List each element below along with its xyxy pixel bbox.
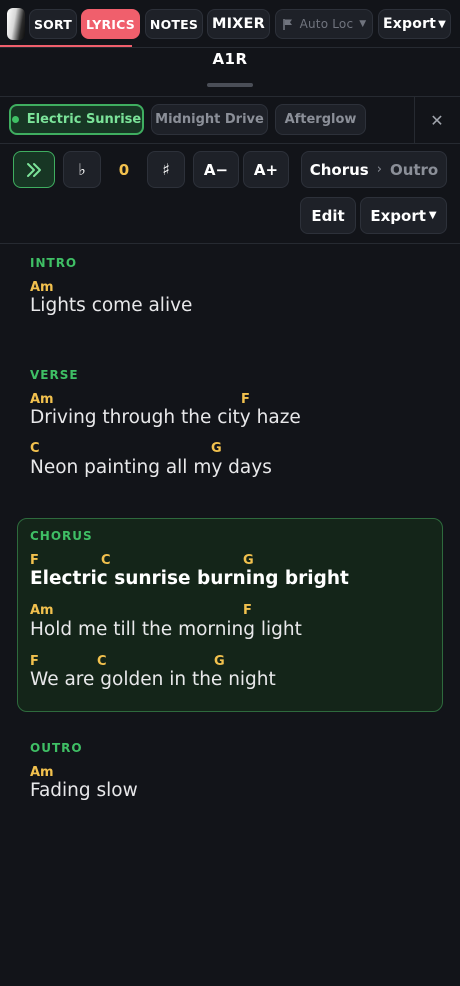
transpose-sharp-button[interactable]: ♯ xyxy=(147,151,185,188)
section-label-verse: VERSE xyxy=(30,368,79,382)
chord: F xyxy=(243,603,252,618)
font-decrease-button[interactable]: A− xyxy=(193,151,239,188)
section-label-chorus: CHORUS xyxy=(30,529,93,543)
export-label: Export xyxy=(370,206,426,225)
lyric-line: We are golden in the night xyxy=(30,669,276,690)
lyric-line: Neon painting all my days xyxy=(30,457,272,478)
app-logo[interactable] xyxy=(7,8,25,40)
chord: F xyxy=(241,392,250,407)
chord: Am xyxy=(30,280,54,295)
song-tab-electric-sunrise[interactable]: Electric Sunrise xyxy=(9,104,144,135)
chevron-right-icon: › xyxy=(376,162,382,177)
current-section-label: Chorus xyxy=(309,160,369,179)
auto-loc-label: Auto Loc xyxy=(299,17,354,31)
transpose-value: 0 xyxy=(105,151,143,188)
double-chevron-right-icon xyxy=(27,162,41,177)
font-increase-button[interactable]: A+ xyxy=(243,151,289,188)
chord: Am xyxy=(30,765,54,780)
notes-label: NOTES xyxy=(149,16,199,32)
divider xyxy=(0,47,460,48)
lyrics-tab[interactable]: LYRICS xyxy=(81,9,140,39)
next-section-label: Outro xyxy=(389,160,439,179)
active-dot-icon xyxy=(11,116,19,123)
export-button[interactable]: Export ▼ xyxy=(360,197,447,234)
caret-down-icon: ▼ xyxy=(438,18,446,30)
chord: C xyxy=(30,441,40,456)
top-toolbar: SORT LYRICS NOTES MIXER Auto Loc ▼ Expor… xyxy=(0,0,460,48)
font-increase-label: A+ xyxy=(253,160,279,179)
lyric-line: Lights come alive xyxy=(30,295,193,316)
drag-handle[interactable] xyxy=(207,83,253,87)
page-title: A1R xyxy=(212,50,248,68)
chord: G xyxy=(214,654,225,669)
skip-forward-button[interactable] xyxy=(13,151,55,188)
flat-label: ♭ xyxy=(78,160,86,179)
notes-tab[interactable]: NOTES xyxy=(145,9,203,39)
font-decrease-label: A− xyxy=(203,160,229,179)
edit-button[interactable]: Edit xyxy=(300,197,356,234)
song-tab-label: Midnight Drive xyxy=(155,112,264,127)
caret-down-icon: ▼ xyxy=(428,210,437,221)
divider xyxy=(414,97,415,143)
sort-button[interactable]: SORT xyxy=(29,9,77,39)
caret-down-icon: ▼ xyxy=(359,19,367,29)
chord: G xyxy=(211,441,222,456)
transpose-flat-button[interactable]: ♭ xyxy=(63,151,101,188)
export-top-button[interactable]: Export ▼ xyxy=(378,9,451,39)
close-icon[interactable]: ✕ xyxy=(425,108,449,132)
section-label-intro: INTRO xyxy=(30,256,78,270)
transpose-value-label: 0 xyxy=(118,160,130,179)
lyric-line: Driving through the city haze xyxy=(30,407,301,428)
section-navigator[interactable]: Chorus › Outro xyxy=(301,151,447,188)
song-tab-label: Afterglow xyxy=(284,112,357,127)
chord: G xyxy=(243,553,254,568)
divider xyxy=(0,143,460,144)
edit-label: Edit xyxy=(311,206,345,225)
chord: F xyxy=(30,553,39,568)
mixer-tab[interactable]: MIXER xyxy=(207,9,270,39)
export-top-label: Export xyxy=(383,16,437,32)
song-tab-afterglow[interactable]: Afterglow xyxy=(275,104,366,135)
song-tab-label: Electric Sunrise xyxy=(26,112,142,127)
divider xyxy=(0,243,460,244)
sharp-label: ♯ xyxy=(162,160,170,179)
flag-icon xyxy=(282,18,292,30)
lyric-line: Fading slow xyxy=(30,780,138,801)
lyric-line: Electric sunrise burning bright xyxy=(30,568,349,589)
chord: F xyxy=(30,654,39,669)
section-label-outro: OUTRO xyxy=(30,741,83,755)
chord: C xyxy=(101,553,111,568)
lyrics-label: LYRICS xyxy=(86,16,135,32)
sort-label: SORT xyxy=(33,16,73,32)
auto-loc-dropdown[interactable]: Auto Loc ▼ xyxy=(275,9,373,39)
lyric-line: Hold me till the morning light xyxy=(30,619,302,640)
chord: Am xyxy=(30,392,54,407)
chord: C xyxy=(97,654,107,669)
divider xyxy=(0,96,460,97)
mixer-label: MIXER xyxy=(211,16,266,32)
song-tab-midnight-drive[interactable]: Midnight Drive xyxy=(151,104,268,135)
chord: Am xyxy=(30,603,54,618)
